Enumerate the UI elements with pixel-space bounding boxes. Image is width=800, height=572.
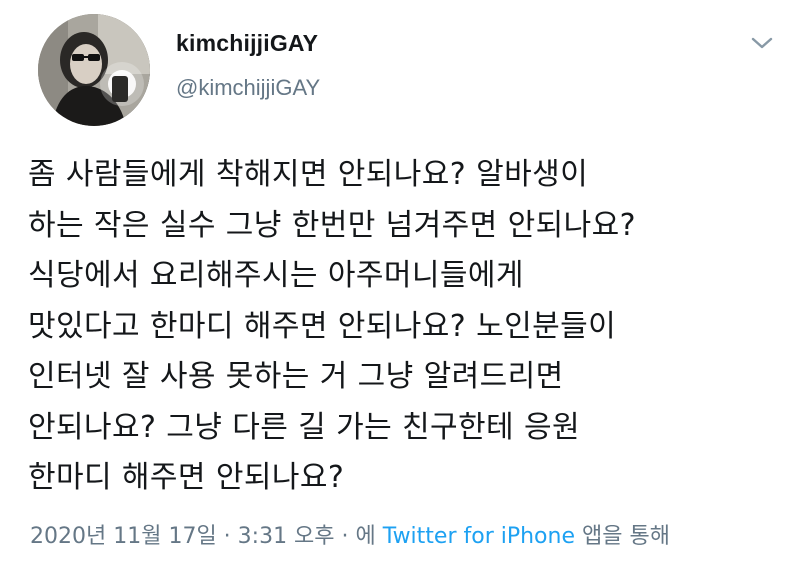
tweet-source-link[interactable]: Twitter for iPhone <box>383 524 575 549</box>
avatar[interactable] <box>38 14 150 126</box>
tweet-text-line: 안되나요? 그냥 다른 길 가는 친구한테 응원 <box>28 409 580 445</box>
tweet-metadata: 2020년 11월 17일 · 3:31 오후 · 에 Twitter for … <box>30 518 670 550</box>
chevron-down-icon[interactable] <box>750 34 774 52</box>
display-name[interactable]: kimchijjiGAY <box>176 30 320 57</box>
tweet-timestamp[interactable]: 2020년 11월 17일 · 3:31 오후 · 에 <box>30 524 376 549</box>
tweet-text: 좀 사람들에게 착해지면 안되나요? 알바생이 하는 작은 실수 그냥 한번만 … <box>28 150 778 504</box>
user-handle[interactable]: @kimchijjiGAY <box>176 75 320 101</box>
tweet-card: kimchijjiGAY @kimchijjiGAY 좀 사람들에게 착해지면 … <box>0 0 800 572</box>
tweet-text-line: 좀 사람들에게 착해지면 안되나요? 알바생이 <box>28 157 589 192</box>
tweet-text-line: 한마디 해주면 안되나요? <box>28 460 345 495</box>
user-header: kimchijjiGAY @kimchijjiGAY <box>176 30 320 101</box>
avatar-photo-icon <box>38 14 150 126</box>
tweet-text-line: 식당에서 요리해주시는 아주머니들에게 <box>28 258 524 293</box>
tweet-text-line: 인터넷 잘 사용 못하는 거 그냥 알려드리면 <box>28 359 564 394</box>
tweet-source-suffix: 앱을 통해 <box>582 524 670 549</box>
tweet-text-line: 맛있다고 한마디 해주면 안되나요? 노인분들이 <box>28 308 617 344</box>
tweet-text-line: 하는 작은 실수 그냥 한번만 넘겨주면 안되나요? <box>28 207 636 243</box>
